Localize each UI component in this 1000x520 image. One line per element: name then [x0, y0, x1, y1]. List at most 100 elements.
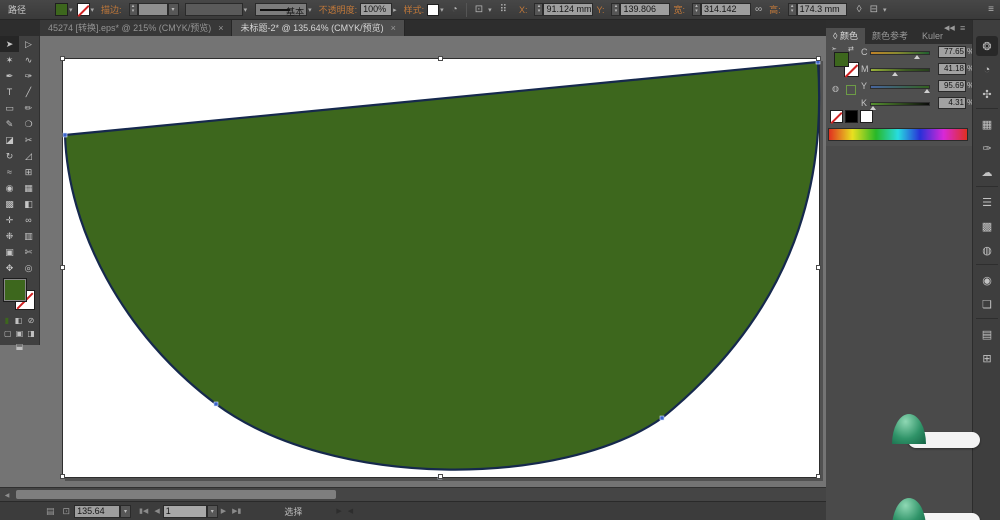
magic-wand-tool[interactable]: ✶: [0, 52, 19, 68]
variable-width-profile-dropdown[interactable]: [184, 3, 243, 16]
bounding-box-handle[interactable]: [60, 265, 65, 270]
horizontal-scrollbar[interactable]: ◀ ▶: [0, 487, 962, 501]
mesh-tool[interactable]: ▩: [0, 196, 19, 212]
perspective-grid-tool[interactable]: ▦: [19, 180, 38, 196]
collapse-control-bar-icon[interactable]: ≡: [988, 4, 994, 15]
document-tab-1[interactable]: 未标题-2* @ 135.64% (CMYK/预览) ×: [232, 20, 405, 36]
slider-track[interactable]: [870, 102, 930, 106]
channel-value-field[interactable]: 95.69: [938, 80, 966, 92]
anchor-point[interactable]: [62, 132, 68, 138]
tab-close-icon[interactable]: ×: [218, 20, 223, 36]
swatches-icon[interactable]: ▦: [976, 114, 998, 134]
line-segment-tool[interactable]: ╱: [19, 84, 38, 100]
gradient-tool[interactable]: ◧: [19, 196, 38, 212]
panel-collapse-icon[interactable]: ◀◀: [944, 24, 955, 32]
stroke-icon[interactable]: ☰: [976, 192, 998, 212]
isolate-icon[interactable]: ⊟: [870, 4, 878, 15]
opacity-caret-icon[interactable]: ▸: [393, 6, 397, 14]
slider-track[interactable]: [870, 51, 930, 55]
select-similar-caret[interactable]: ▾: [488, 6, 492, 14]
anchor-point[interactable]: [213, 401, 219, 407]
transparency-icon[interactable]: ◍: [976, 240, 998, 260]
blend-tool[interactable]: ∞: [19, 212, 38, 228]
eyedropper-tool[interactable]: ✛: [0, 212, 19, 228]
slider-marker[interactable]: [913, 55, 920, 59]
recolor-artwork-icon[interactable]: ◔: [452, 4, 458, 15]
anchor-point[interactable]: [659, 415, 665, 421]
slider-track[interactable]: [870, 68, 930, 72]
brushes-icon[interactable]: ✑: [976, 138, 998, 158]
rotate-tool[interactable]: ↻: [0, 148, 19, 164]
zoom-level-caret[interactable]: ▾: [120, 504, 132, 518]
panel-menu-icon[interactable]: ≡: [960, 23, 965, 33]
transform-icon[interactable]: ◊: [857, 4, 862, 15]
status-collapse-icon[interactable]: ◀: [348, 507, 353, 515]
slider-track[interactable]: [870, 85, 930, 89]
profile-caret-icon[interactable]: ▾: [244, 6, 248, 14]
pathfinder-icon[interactable]: ✣: [976, 84, 998, 104]
scissors-tool[interactable]: ✂: [19, 132, 38, 148]
gradient-button[interactable]: ◧: [15, 316, 23, 325]
hand-tool[interactable]: ✥: [0, 260, 19, 276]
layers-icon[interactable]: ▤: [976, 324, 998, 344]
green-semicircle-shape[interactable]: [63, 60, 821, 471]
slider-marker[interactable]: [924, 89, 931, 93]
align-options-icon[interactable]: ⠿: [500, 4, 507, 15]
opacity-field[interactable]: 100%: [360, 3, 393, 16]
gradient-icon[interactable]: ▩: [976, 216, 998, 236]
type-tool[interactable]: T: [0, 84, 19, 100]
color-guide-icon[interactable]: ◔: [976, 60, 998, 80]
color-panel-icon[interactable]: ❂: [976, 36, 998, 56]
brush-definition-dropdown[interactable]: 基本: [255, 3, 308, 17]
bounding-box-handle[interactable]: [816, 265, 821, 270]
free-transform-tool[interactable]: ⊞: [19, 164, 38, 180]
column-graph-tool[interactable]: ▥: [19, 228, 38, 244]
style-caret-icon[interactable]: ▾: [440, 6, 444, 14]
lasso-tool[interactable]: ∿: [19, 52, 38, 68]
panel-tab-color[interactable]: ◊ 颜色: [826, 28, 865, 44]
screen-mode-button[interactable]: ⬓: [16, 342, 24, 351]
brush-caret-icon[interactable]: ▾: [308, 6, 312, 14]
draw-normal-mode[interactable]: ▢: [4, 329, 12, 338]
channel-value-field[interactable]: 77.65: [938, 46, 966, 58]
y-field[interactable]: 139.806: [620, 3, 671, 16]
stroke-weight-stepper[interactable]: ▴ ▾: [128, 3, 138, 16]
status-expand-icon[interactable]: ▶: [336, 507, 341, 515]
none-button[interactable]: ⊘: [28, 316, 35, 325]
black-swatch[interactable]: [845, 110, 858, 123]
slider-marker[interactable]: [891, 72, 898, 76]
artboard-tool[interactable]: ▣: [0, 244, 19, 260]
bounding-box-handle[interactable]: [438, 56, 443, 61]
bounding-box-handle[interactable]: [816, 474, 821, 479]
constrain-proportions-icon[interactable]: ∞: [755, 4, 762, 15]
paintbrush-tool[interactable]: ✏: [19, 100, 38, 116]
zoom-level-field[interactable]: 135.64: [74, 504, 121, 518]
zoom-tool[interactable]: ◎: [19, 260, 38, 276]
workspace-icon[interactable]: ▤: [46, 506, 55, 517]
stroke-weight-caret[interactable]: ▾: [167, 3, 179, 16]
selection-tool[interactable]: ➤: [0, 36, 19, 52]
artboard-number-field[interactable]: 1: [162, 504, 207, 518]
rectangle-tool[interactable]: ▭: [0, 100, 19, 116]
next-artboard-icon[interactable]: ▶: [221, 507, 226, 515]
x-field[interactable]: 91.124 mm: [543, 3, 594, 16]
eraser-tool[interactable]: ◪: [0, 132, 19, 148]
fill-color-swatch[interactable]: [55, 3, 69, 16]
pen-tool[interactable]: ✒: [0, 68, 19, 84]
width-tool[interactable]: ≈: [0, 164, 19, 180]
stroke-caret-icon[interactable]: ▾: [91, 6, 95, 14]
shape-builder-tool[interactable]: ◉: [0, 180, 19, 196]
scale-tool[interactable]: ◿: [19, 148, 38, 164]
symbols-icon[interactable]: ☁: [976, 162, 998, 182]
fill-caret-icon[interactable]: ▾: [69, 6, 73, 14]
symbol-sprayer-tool[interactable]: ❉: [0, 228, 19, 244]
select-similar-icon[interactable]: ⊡: [475, 4, 483, 15]
draw-inside-mode[interactable]: ◨: [27, 329, 35, 338]
draw-behind-mode[interactable]: ▣: [16, 329, 24, 338]
height-stepper[interactable]: ▴ ▾: [787, 3, 797, 16]
x-stepper[interactable]: ▴ ▾: [534, 3, 544, 16]
direct-selection-tool[interactable]: ▷: [19, 36, 38, 52]
horizontal-scroll-thumb[interactable]: [16, 490, 336, 499]
stroke-color-swatch[interactable]: [76, 3, 90, 16]
artboards-icon[interactable]: ⊞: [976, 348, 998, 368]
